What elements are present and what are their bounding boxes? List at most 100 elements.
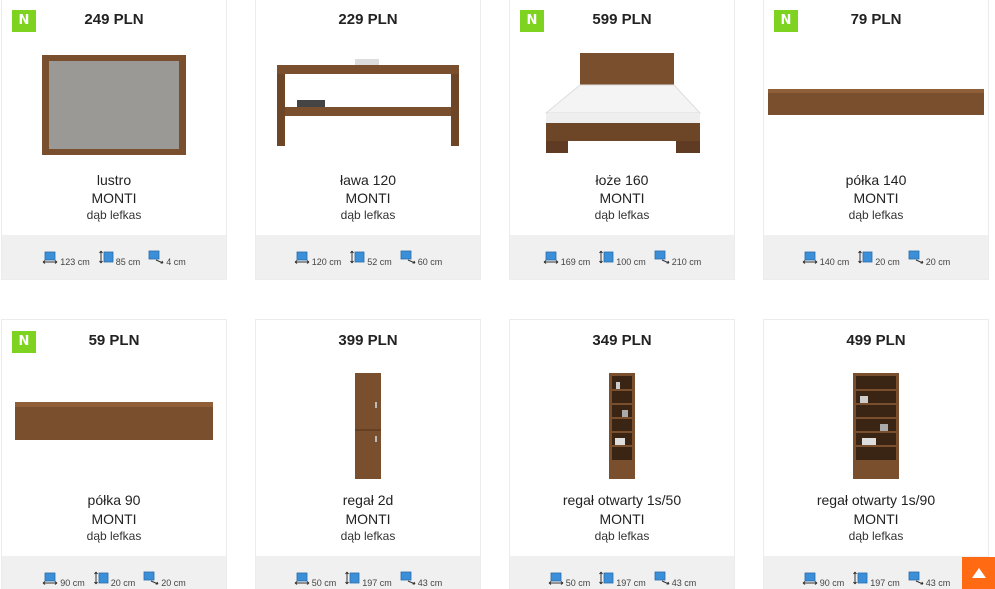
product-name: półka 140 [845,172,907,188]
arrow-up-icon [972,568,986,578]
dimension-width: 90 cm [42,571,85,588]
dimension-height: 52 cm [349,250,392,267]
product-line: MONTI [345,190,391,206]
dimension-depth: 43 cm [908,571,950,588]
dimensions-bar: 123 cm 85 cm 4 cm [2,235,226,279]
dimension-width: 90 cm [802,571,844,588]
dimensions-bar: 50 cm 197 cm 43 cm [510,556,734,589]
width-icon [543,250,559,264]
width-icon [294,571,310,585]
product-finish: dąb lefkas [340,529,396,543]
product-price: 599 PLN [592,11,652,28]
depth-icon [400,250,416,264]
product-line: MONTI [599,190,645,206]
height-icon [93,571,109,585]
product-price: 349 PLN [592,332,652,349]
height-icon [857,250,873,264]
product-card[interactable]: 349 PLN regał otwarty 1s/50 MONTI dąb le… [509,319,735,589]
dimension-depth: 4 cm [148,250,186,267]
product-line: MONTI [853,190,899,206]
dimensions-bar: 90 cm 20 cm 20 cm [2,556,226,589]
dimensions-bar: 50 cm 197 cm 43 cm [256,556,480,589]
product-name: regał 2d [342,492,394,508]
dimension-depth: 20 cm [143,571,186,588]
width-icon [548,571,564,585]
product-price: 399 PLN [338,332,398,349]
width-icon [802,571,818,585]
product-finish: dąb lefkas [86,208,142,222]
dimension-height: 197 cm [598,571,646,588]
height-icon [598,571,614,585]
dimension-depth: 60 cm [400,250,442,267]
product-image[interactable] [256,368,480,488]
dimension-depth: 43 cm [654,571,696,588]
product-card[interactable]: N 599 PLN łoże 160 MONTI dąb lefkas 169 … [509,0,735,280]
depth-icon [143,571,159,585]
dimension-width: 120 cm [294,250,341,267]
scroll-to-top-button[interactable] [962,557,995,589]
dimension-width: 169 cm [543,250,590,267]
product-name: łoże 160 [595,172,649,188]
dimension-depth: 43 cm [400,571,442,588]
product-image[interactable] [2,47,226,167]
product-finish: dąb lefkas [848,529,904,543]
depth-icon [400,571,416,585]
product-price: 79 PLN [850,11,902,28]
product-image[interactable] [2,368,226,488]
dimension-height: 20 cm [93,571,135,588]
width-icon [294,250,310,264]
product-line: MONTI [91,190,137,206]
product-card[interactable]: N 79 PLN półka 140 MONTI dąb lefkas 140 … [763,0,989,280]
dimension-height: 100 cm [598,250,646,267]
product-name: półka 90 [87,492,141,508]
width-icon [42,250,58,264]
product-card[interactable]: 229 PLN ława 120 MONTI dąb lefkas 120 cm… [255,0,481,280]
product-price: 59 PLN [88,332,140,349]
depth-icon [654,250,670,264]
dimensions-bar: 120 cm 52 cm 60 cm [256,235,480,279]
product-card[interactable]: N 59 PLN półka 90 MONTI dąb lefkas 90 cm… [1,319,227,589]
product-image[interactable] [510,368,734,488]
product-name: ława 120 [339,172,397,188]
product-line: MONTI [599,511,645,527]
product-card[interactable]: N 249 PLN lustro MONTI dąb lefkas 123 cm… [1,0,227,280]
depth-icon [654,571,670,585]
depth-icon [908,571,924,585]
dimension-height: 197 cm [852,571,900,588]
product-card[interactable]: 499 PLN regał otwarty 1s/90 MONTI dąb le… [763,319,989,589]
product-card[interactable]: 399 PLN regał 2d MONTI dąb lefkas 50 cm … [255,319,481,589]
height-icon [344,571,360,585]
product-name: regał otwarty 1s/90 [816,492,936,508]
product-image[interactable] [256,47,480,167]
height-icon [598,250,614,264]
dimension-width: 140 cm [802,250,849,267]
height-icon [98,250,114,264]
product-price: 229 PLN [338,11,398,28]
product-finish: dąb lefkas [594,208,650,222]
product-line: MONTI [853,511,899,527]
dimensions-bar: 140 cm 20 cm 20 cm [764,235,988,279]
product-name: lustro [96,172,132,188]
product-image[interactable] [764,47,988,167]
dimensions-bar: 169 cm 100 cm 210 cm [510,235,734,279]
product-image[interactable] [764,368,988,488]
width-icon [802,250,818,264]
dimension-height: 20 cm [857,250,900,267]
dimension-width: 50 cm [548,571,590,588]
product-name: regał otwarty 1s/50 [562,492,682,508]
product-line: MONTI [345,511,391,527]
product-image[interactable] [510,47,734,167]
height-icon [349,250,365,264]
product-finish: dąb lefkas [848,208,904,222]
dimension-depth: 210 cm [654,250,701,267]
depth-icon [908,250,924,264]
product-price: 499 PLN [846,332,906,349]
product-line: MONTI [91,511,137,527]
product-finish: dąb lefkas [86,529,142,543]
width-icon [42,571,58,585]
product-price: 249 PLN [84,11,144,28]
dimension-width: 50 cm [294,571,336,588]
product-finish: dąb lefkas [594,529,650,543]
dimension-height: 197 cm [344,571,392,588]
dimensions-bar: 90 cm 197 cm 43 cm [764,556,988,589]
